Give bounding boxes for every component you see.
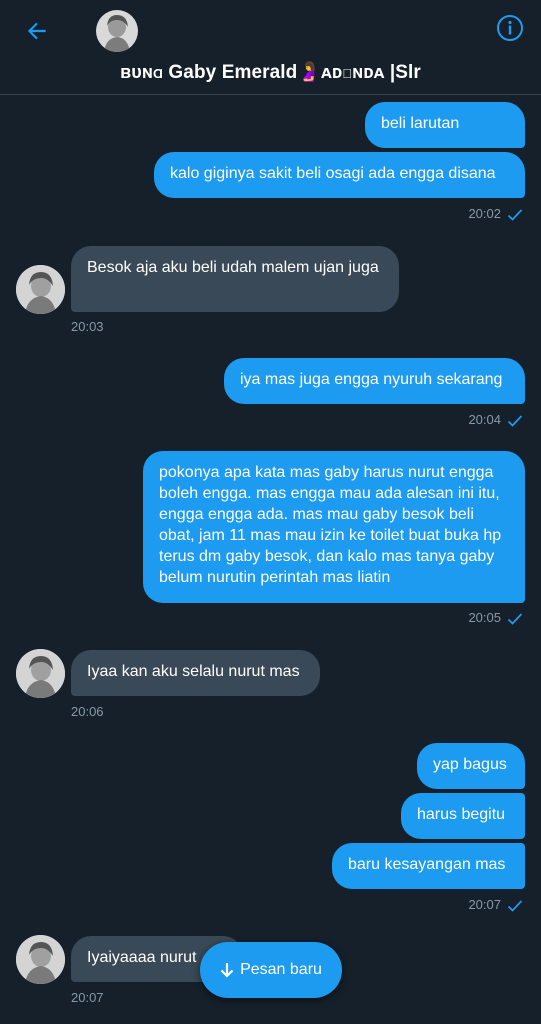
message-text: kalo giginya sakit beli osagi ada engga … — [170, 165, 496, 182]
sent-message-bubble[interactable]: harus begitu — [401, 793, 525, 839]
new-message-label: Pesan baru — [240, 961, 322, 978]
title-suffix: ᴀᴅɪɴᴅᴀ — [321, 62, 385, 82]
message-text: yap bagus — [433, 756, 507, 773]
message-timestamp: 20:06 — [71, 704, 104, 719]
received-message-bubble[interactable]: Besok aja aku beli udah malem ujan juga — [71, 246, 399, 312]
message-timestamp: 20:07 — [468, 897, 501, 912]
profile-photo-image — [16, 265, 65, 314]
profile-photo-image — [96, 10, 138, 52]
sender-avatar[interactable] — [16, 265, 65, 314]
conversation-info-button[interactable] — [495, 13, 525, 43]
sent-message-bubble[interactable]: beli larutan — [365, 102, 525, 148]
message-text: pokonya apa kata mas gaby harus nurut en… — [159, 464, 502, 586]
sent-message-bubble[interactable]: baru kesayangan mas — [332, 843, 525, 889]
message-text: Besok aja aku beli udah malem ujan juga — [87, 259, 379, 276]
message-text: Iyaa kan aku selalu nurut mas — [87, 663, 300, 680]
title-name: Gaby Emerald — [163, 62, 298, 83]
sent-message-bubble[interactable]: kalo giginya sakit beli osagi ada engga … — [154, 152, 525, 198]
sender-avatar[interactable] — [16, 935, 65, 984]
message-timestamp: 20:05 — [468, 610, 501, 625]
checkmark-icon — [507, 415, 523, 427]
conversation-header: ʙᴜɴɑ Gaby Emerald🤰ᴀᴅɪɴᴅᴀ |Slr — [0, 0, 541, 95]
title-tail: |Slr — [384, 62, 421, 83]
message-timestamp: 20:02 — [468, 206, 501, 221]
checkmark-icon — [507, 209, 523, 221]
message-timestamp: 20:03 — [71, 319, 104, 334]
sender-avatar[interactable] — [16, 649, 65, 698]
back-arrow-icon — [27, 22, 46, 40]
message-timestamp: 20:07 — [71, 990, 104, 1005]
info-icon — [497, 15, 523, 41]
profile-photo-image — [16, 649, 65, 698]
message-timestamp: 20:04 — [468, 412, 501, 427]
message-text: baru kesayangan mas — [348, 856, 506, 873]
arrow-down-icon — [220, 963, 234, 978]
title-emoji: 🤰 — [297, 62, 322, 83]
checkmark-icon — [507, 900, 523, 912]
sent-message-bubble[interactable]: yap bagus — [417, 743, 525, 789]
message-text: beli larutan — [381, 115, 460, 132]
dm-conversation-screen: ʙᴜɴɑ Gaby Emerald🤰ᴀᴅɪɴᴅᴀ |Slr beli larut… — [0, 0, 541, 1024]
message-text: Iyaiyaaaa nurut — [87, 949, 197, 966]
conversation-title[interactable]: ʙᴜɴɑ Gaby Emerald🤰ᴀᴅɪɴᴅᴀ |Slr — [0, 60, 541, 84]
back-button[interactable] — [20, 14, 54, 48]
message-text: harus begitu — [417, 806, 506, 823]
sent-message-bubble[interactable]: pokonya apa kata mas gaby harus nurut en… — [143, 451, 525, 603]
received-message-bubble[interactable]: Iyaa kan aku selalu nurut mas — [71, 650, 320, 696]
message-text: iya mas juga engga nyuruh sekarang — [240, 371, 503, 388]
new-message-button[interactable]: Pesan baru — [200, 942, 342, 998]
checkmark-icon — [507, 613, 523, 625]
header-avatar[interactable] — [96, 10, 138, 52]
title-prefix: ʙᴜɴɑ — [120, 62, 164, 82]
sent-message-bubble[interactable]: iya mas juga engga nyuruh sekarang — [224, 358, 525, 404]
profile-photo-image — [16, 935, 65, 984]
